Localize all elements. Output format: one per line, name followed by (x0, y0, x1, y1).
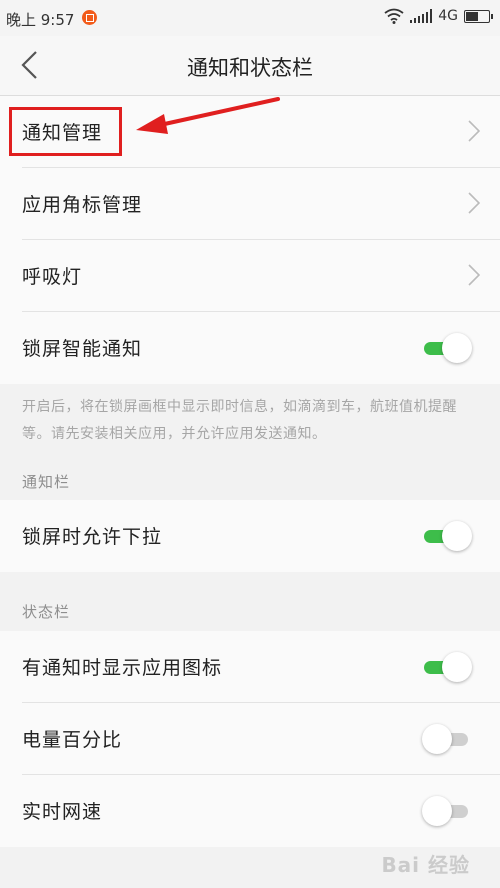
section-header-notification-bar: 通知栏 (22, 473, 71, 491)
item-label: 锁屏时允许下拉 (22, 526, 163, 548)
lockscreen-smart-notify-toggle[interactable] (422, 333, 472, 363)
network-type: 4G (438, 8, 458, 24)
battery-percent-toggle[interactable] (422, 724, 472, 754)
item-label: 有通知时显示应用图标 (22, 657, 223, 679)
status-bar: 晚上 9:57 4G (0, 0, 500, 36)
realtime-speed-toggle[interactable] (422, 796, 472, 826)
signal-icon (410, 9, 433, 23)
chevron-right-icon (468, 192, 480, 214)
section-header-status-bar: 状态栏 (22, 603, 71, 621)
app-notification-icon (82, 10, 97, 25)
status-time: 晚上 9:57 (6, 11, 75, 29)
item-app-badge-management[interactable]: 应用角标管理 (0, 168, 500, 240)
item-label: 电量百分比 (22, 729, 123, 751)
wifi-icon (384, 8, 404, 24)
item-show-app-icon[interactable]: 有通知时显示应用图标 (0, 631, 500, 703)
item-battery-percent[interactable]: 电量百分比 (0, 703, 500, 775)
item-breathing-light[interactable]: 呼吸灯 (0, 240, 500, 312)
watermark: Bai 经验 (381, 853, 470, 877)
item-lockscreen-pulldown[interactable]: 锁屏时允许下拉 (0, 500, 500, 572)
red-arrow-icon (136, 97, 280, 134)
item-label: 应用角标管理 (22, 194, 143, 216)
item-lockscreen-smart-notify[interactable]: 锁屏智能通知 (0, 312, 500, 384)
highlight-box (9, 107, 122, 156)
chevron-right-icon (468, 264, 480, 286)
lockscreen-pulldown-toggle[interactable] (422, 521, 472, 551)
battery-icon (464, 9, 493, 23)
show-app-icon-toggle[interactable] (422, 652, 472, 682)
item-label: 实时网速 (22, 801, 103, 823)
lockscreen-notify-description: 开启后，将在锁屏画框中显示即时信息，如滴滴到车，航班值机提醒等。请先安装相关应用… (22, 399, 457, 442)
page-title: 通知和状态栏 (187, 56, 313, 80)
item-label: 呼吸灯 (22, 266, 83, 288)
top-bar: 通知和状态栏 (0, 36, 500, 96)
status-indicators: 4G (384, 8, 493, 24)
chevron-right-icon (468, 120, 480, 142)
item-realtime-speed[interactable]: 实时网速 (0, 775, 500, 847)
item-label: 锁屏智能通知 (22, 338, 143, 360)
